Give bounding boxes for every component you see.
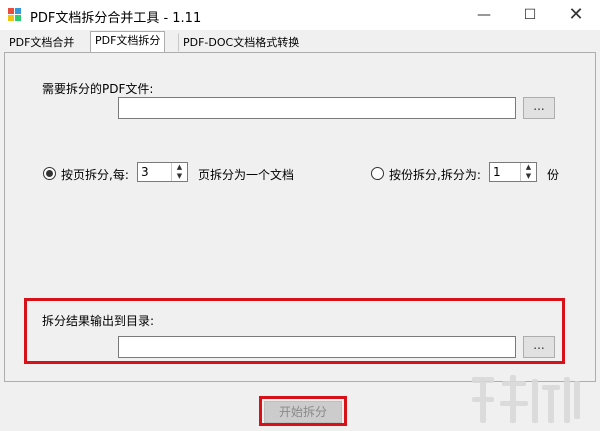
- pages-per-doc-value: 3: [141, 165, 149, 179]
- by-count-suffix: 份: [547, 168, 560, 182]
- stepper-up-icon[interactable]: ▲: [521, 163, 536, 172]
- by-page-label: 按页拆分,每:: [61, 168, 129, 182]
- window-title: PDF文档拆分合并工具 - 1.11: [30, 11, 202, 26]
- doc-count-value: 1: [493, 165, 501, 179]
- stepper-down-icon[interactable]: ▼: [521, 172, 536, 181]
- stepper-down-icon[interactable]: ▼: [172, 172, 187, 181]
- by-count-radio[interactable]: [371, 167, 384, 180]
- by-count-label: 按份拆分,拆分为:: [389, 168, 481, 182]
- output-dir-label: 拆分结果输出到目录:: [42, 314, 155, 328]
- input-file-field[interactable]: [118, 97, 516, 119]
- app-icon: [8, 8, 22, 22]
- stepper-up-icon[interactable]: ▲: [172, 163, 187, 172]
- pages-per-doc-stepper[interactable]: 3 ▲ ▼: [137, 162, 188, 182]
- tab-pdf-merge[interactable]: PDF文档合并: [4, 33, 79, 52]
- output-dir-field[interactable]: [118, 336, 516, 358]
- output-browse-button[interactable]: ...: [523, 336, 555, 358]
- by-page-suffix: 页拆分为一个文档: [198, 168, 295, 182]
- input-file-label: 需要拆分的PDF文件:: [42, 82, 154, 96]
- input-browse-button[interactable]: ...: [523, 97, 555, 119]
- title-bar: PDF文档拆分合并工具 - 1.11 — ☐ ✕: [0, 0, 600, 30]
- tab-strip: PDF文档合并 PDF文档拆分 PDF-DOC文档格式转换: [0, 30, 600, 53]
- start-split-button[interactable]: 开始拆分: [264, 401, 342, 423]
- tab-pdf-split[interactable]: PDF文档拆分: [90, 31, 166, 53]
- minimize-button[interactable]: —: [461, 0, 507, 30]
- tab-pdf-doc-convert[interactable]: PDF-DOC文档格式转换: [178, 33, 304, 52]
- maximize-button[interactable]: ☐: [507, 0, 553, 30]
- by-page-radio[interactable]: [43, 167, 56, 180]
- watermark-logo: [472, 375, 580, 423]
- close-button[interactable]: ✕: [553, 0, 599, 30]
- doc-count-stepper[interactable]: 1 ▲ ▼: [489, 162, 537, 182]
